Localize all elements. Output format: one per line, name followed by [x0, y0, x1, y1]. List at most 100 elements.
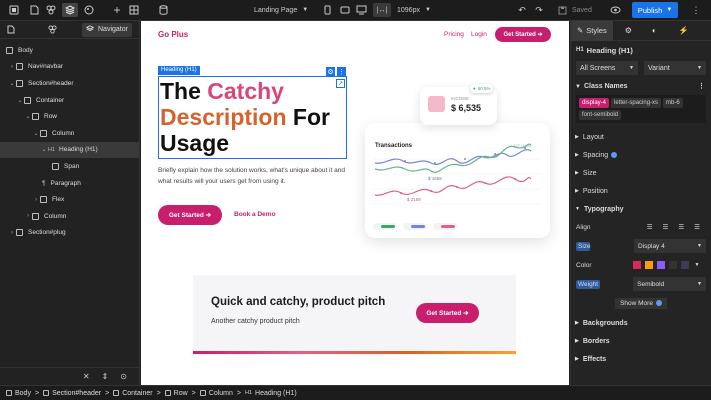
tablet-view-icon[interactable]: [339, 4, 351, 16]
components-icon[interactable]: [45, 4, 57, 16]
page-icon[interactable]: [28, 4, 40, 16]
magic-wand-icon[interactable]: ⚡: [679, 26, 689, 35]
desktop-view-icon[interactable]: [355, 4, 367, 16]
site-logo[interactable]: Go Plus: [158, 30, 188, 39]
weight-select[interactable]: Semibold ▼: [633, 277, 706, 291]
section-borders[interactable]: ▶ Borders: [571, 332, 711, 350]
collapse-all-icon[interactable]: ✕: [83, 372, 90, 381]
chart-label-1: $ 1658: [427, 176, 443, 181]
expand-all-icon[interactable]: ⇕: [102, 372, 109, 381]
tree-item-label: Section#header: [28, 79, 74, 87]
align-right-icon[interactable]: ☰: [678, 223, 684, 231]
tree-item-body[interactable]: Body: [0, 42, 139, 59]
tree-item-paragraph[interactable]: ¶ Paragraph: [0, 175, 139, 192]
full-width-icon[interactable]: |↔|: [373, 3, 391, 17]
caret-down-icon: ▼: [575, 206, 580, 212]
class-pill[interactable]: mb-6: [663, 98, 683, 108]
chevron-right-icon[interactable]: ›: [8, 64, 16, 70]
chevron-down-icon[interactable]: ⌄: [40, 146, 48, 153]
section-typography[interactable]: ▼ Typography: [571, 200, 711, 218]
nav-link-pricing[interactable]: Pricing: [444, 31, 464, 38]
breadcrumb-item[interactable]: H1 Heading (H1): [245, 390, 297, 397]
mobile-view-icon[interactable]: [321, 4, 333, 16]
nav-link-login[interactable]: Login: [471, 31, 487, 38]
breadcrumb-item[interactable]: Column: [199, 390, 233, 397]
palette-icon[interactable]: ◐: [652, 26, 657, 35]
settings-icon[interactable]: ⚙: [625, 26, 632, 35]
database-icon[interactable]: [157, 4, 169, 16]
tree-item-flex[interactable]: › Flex: [0, 191, 139, 208]
section-size[interactable]: ▶ Size: [571, 164, 711, 182]
class-names-header[interactable]: ▼ Class Names ⋮: [571, 77, 711, 95]
scroll-to-icon[interactable]: ⊙: [120, 372, 127, 381]
breadcrumb-item[interactable]: Row: [164, 390, 188, 397]
section-backgrounds[interactable]: ▶ Backgrounds: [571, 314, 711, 332]
book-demo-link[interactable]: Book a Demo: [234, 211, 276, 218]
settings-icon[interactable]: ⚙: [326, 67, 335, 76]
chevron-right-icon[interactable]: ›: [32, 197, 40, 203]
class-pill[interactable]: font-semibold: [579, 110, 622, 120]
color-swatch[interactable]: [644, 261, 653, 269]
size-select[interactable]: Display 4 ▼: [634, 239, 706, 253]
color-swatch[interactable]: [680, 261, 689, 269]
navigator-tab[interactable]: Navigator: [82, 22, 132, 37]
breadcrumb-item[interactable]: Section#header: [43, 390, 101, 397]
components-tab-icon[interactable]: [22, 25, 82, 34]
chevron-down-icon[interactable]: ⌄: [24, 113, 32, 120]
grid-icon[interactable]: [128, 4, 140, 16]
redo-icon[interactable]: ↷: [533, 4, 545, 16]
width-select[interactable]: 1096px ▼: [397, 3, 431, 17]
screens-select[interactable]: All Screens ▼: [576, 61, 638, 75]
tree-item-column[interactable]: ⌄ Column: [0, 125, 139, 142]
plug-get-started-button[interactable]: Get Started ➔: [416, 303, 479, 323]
class-list[interactable]: display-4 letter-spacing-xs mb-6 font-semi…: [576, 95, 706, 123]
add-icon[interactable]: +: [111, 3, 123, 17]
tree-item-heading-h1[interactable]: ⌄ H1 Heading (H1): [0, 141, 139, 159]
undo-icon[interactable]: ↶: [516, 4, 528, 16]
section-position[interactable]: ▶ Position: [571, 182, 711, 200]
palette-icon[interactable]: [83, 4, 95, 16]
chevron-down-icon[interactable]: ⌄: [16, 97, 24, 104]
more-vertical-icon[interactable]: ⋮: [690, 4, 702, 16]
chevron-down-icon[interactable]: ⌄: [8, 80, 16, 87]
section-spacing[interactable]: ▶ Spacing: [571, 146, 711, 164]
styles-tab[interactable]: ✎ Styles: [571, 20, 613, 41]
section-layout[interactable]: ▶ Layout: [571, 128, 711, 146]
tree-item-container[interactable]: ⌄ Container: [0, 92, 139, 109]
publish-button[interactable]: Publish ▼: [632, 2, 678, 18]
breadcrumb-item[interactable]: Container: [113, 390, 153, 397]
variant-select[interactable]: Variant ▼: [644, 61, 706, 75]
page-select[interactable]: Landing Page ▼: [254, 3, 308, 17]
color-swatch[interactable]: [632, 261, 641, 269]
show-more-button[interactable]: Show More: [615, 297, 667, 309]
more-vertical-icon[interactable]: ⋮: [337, 67, 346, 76]
heading-h1[interactable]: The Catchy Description For Usage: [158, 76, 347, 159]
chevron-down-icon[interactable]: ⌄: [32, 130, 40, 137]
align-center-icon[interactable]: ☰: [663, 223, 669, 231]
nav-get-started-button[interactable]: Get Started ➔: [495, 27, 551, 42]
layers-icon[interactable]: [62, 3, 78, 17]
color-swatch[interactable]: [656, 261, 665, 269]
class-pill[interactable]: display-4: [579, 98, 610, 108]
tree-item-row[interactable]: ⌄ Row: [0, 108, 139, 125]
tree-item-navbar[interactable]: › Nav#navbar: [0, 59, 139, 76]
section-effects[interactable]: ▶ Effects: [571, 350, 711, 368]
class-pill[interactable]: letter-spacing-xs: [611, 98, 662, 108]
chevron-right-icon[interactable]: ›: [24, 213, 32, 219]
preview-eye-icon[interactable]: [609, 4, 621, 16]
chevron-down-icon[interactable]: ▼: [695, 262, 700, 268]
tree-item-column-2[interactable]: › Column: [0, 208, 139, 225]
tree-item-section-header[interactable]: ⌄ Section#header: [0, 75, 139, 92]
more-vertical-icon[interactable]: ⋮: [698, 82, 705, 90]
hero-get-started-button[interactable]: Get Started ➔: [158, 205, 222, 225]
color-swatch[interactable]: [668, 261, 677, 269]
editor-logo-icon[interactable]: [8, 4, 20, 16]
pages-tab-icon[interactable]: [0, 25, 22, 34]
align-left-icon[interactable]: ☰: [647, 223, 653, 231]
breadcrumb-item[interactable]: Body: [6, 390, 31, 397]
tree-item-section-plug[interactable]: › Section#plug: [0, 225, 139, 242]
chevron-right-icon[interactable]: ›: [8, 230, 16, 236]
align-justify-icon[interactable]: ☰: [694, 223, 700, 231]
color-label: Color: [576, 261, 592, 269]
tree-item-span[interactable]: Span: [0, 158, 139, 175]
